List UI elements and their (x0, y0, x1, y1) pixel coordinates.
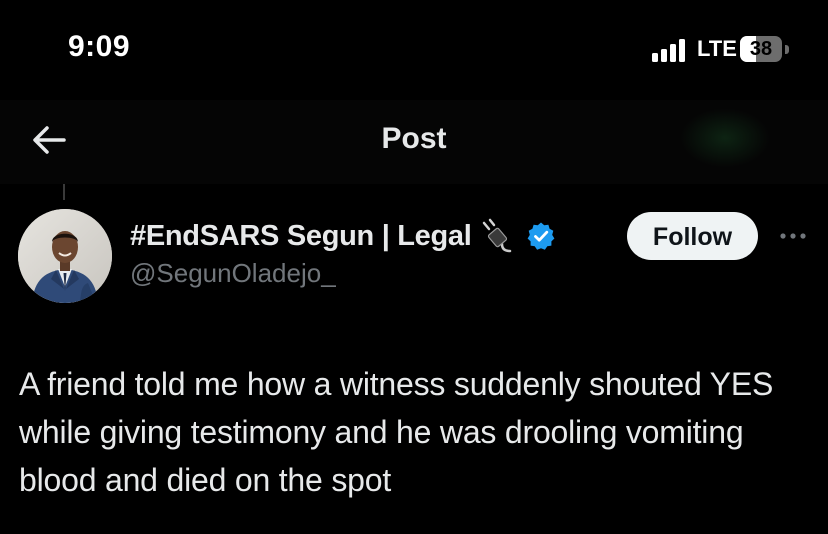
battery-level: 38 (749, 38, 773, 60)
avatar-photo (18, 209, 112, 303)
author-name-row[interactable]: #EndSARS Segun | Legal (130, 216, 556, 256)
signal-bar (661, 49, 667, 62)
thread-connector-line (63, 184, 65, 200)
follow-button[interactable]: Follow (627, 212, 758, 260)
author-display-name[interactable]: #EndSARS Segun | Legal (130, 220, 472, 253)
verified-badge-icon (527, 222, 554, 250)
more-options-button[interactable] (776, 222, 810, 250)
cellular-signal-icon (652, 38, 690, 62)
signal-bar (652, 53, 658, 62)
page-title: Post (381, 122, 447, 155)
avatar[interactable] (18, 209, 112, 303)
status-time: 9:09 (68, 30, 131, 63)
signal-bar (670, 44, 676, 62)
signal-bar (679, 39, 685, 62)
more-options-icon (780, 233, 806, 239)
battery-icon: 38 (740, 36, 782, 62)
network-type: LTE (697, 36, 737, 61)
status-bar: 9:09 LTE 38 (0, 0, 828, 100)
post-text: A friend told me how a witness suddenly … (19, 366, 774, 498)
battery-tip (785, 45, 789, 54)
author-handle[interactable]: @SegunOladejo_ (130, 258, 336, 289)
plug-icon (482, 218, 511, 253)
